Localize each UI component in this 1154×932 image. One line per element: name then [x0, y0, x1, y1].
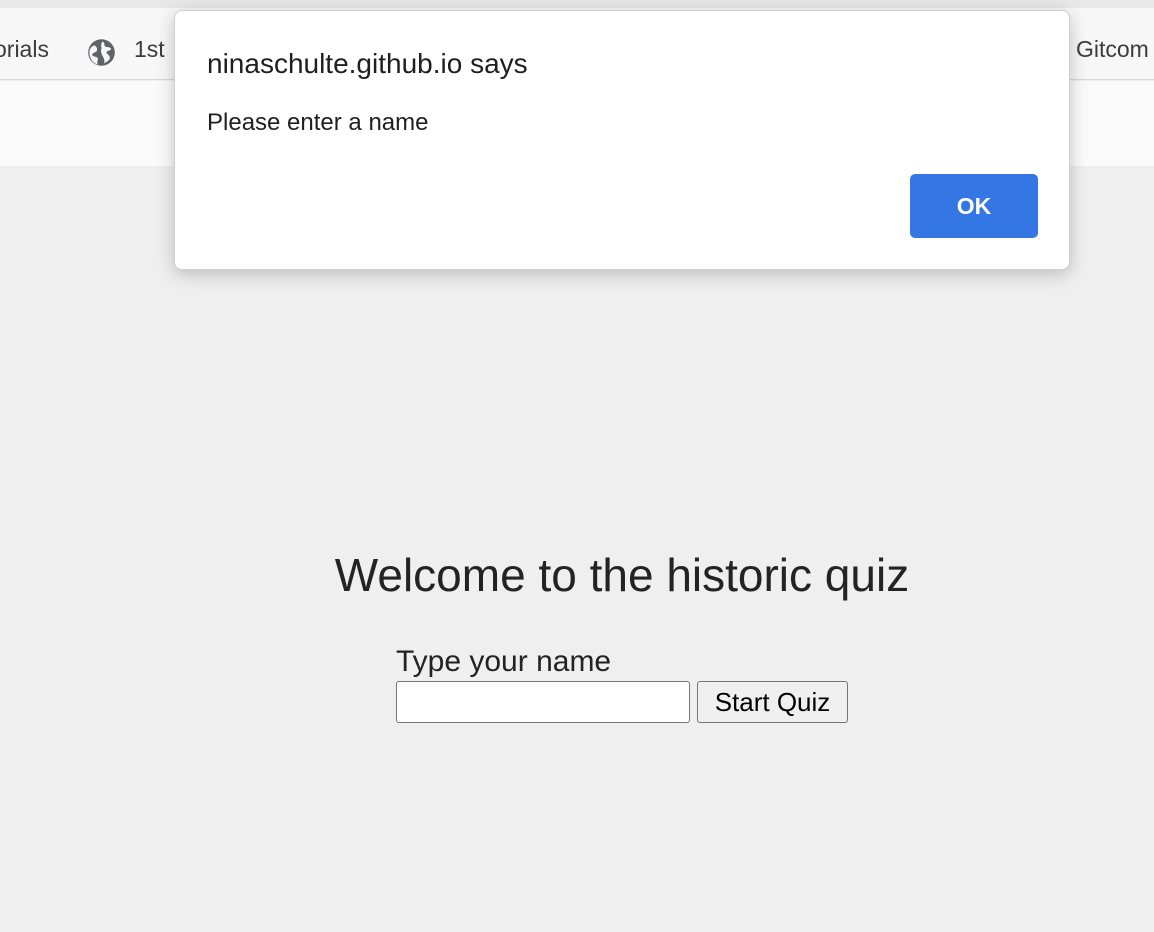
page-title: Welcome to the historic quiz — [334, 549, 910, 601]
globe-icon — [88, 39, 115, 66]
alert-dialog: ninaschulte.github.io says Please enter … — [174, 10, 1070, 270]
bookmark-item-gitcom[interactable]: Gitcom — [1076, 36, 1149, 63]
bookmark-item-1st[interactable]: 1st — [134, 36, 165, 63]
ok-button[interactable]: OK — [910, 174, 1038, 238]
start-quiz-button[interactable]: Start Quiz — [697, 681, 848, 723]
dialog-title: ninaschulte.github.io says — [207, 48, 528, 79]
name-label: Type your name — [396, 645, 612, 678]
bookmark-item-tutorials[interactable]: orials — [0, 36, 49, 63]
dialog-message: Please enter a name — [207, 109, 429, 136]
name-input[interactable] — [396, 681, 690, 723]
